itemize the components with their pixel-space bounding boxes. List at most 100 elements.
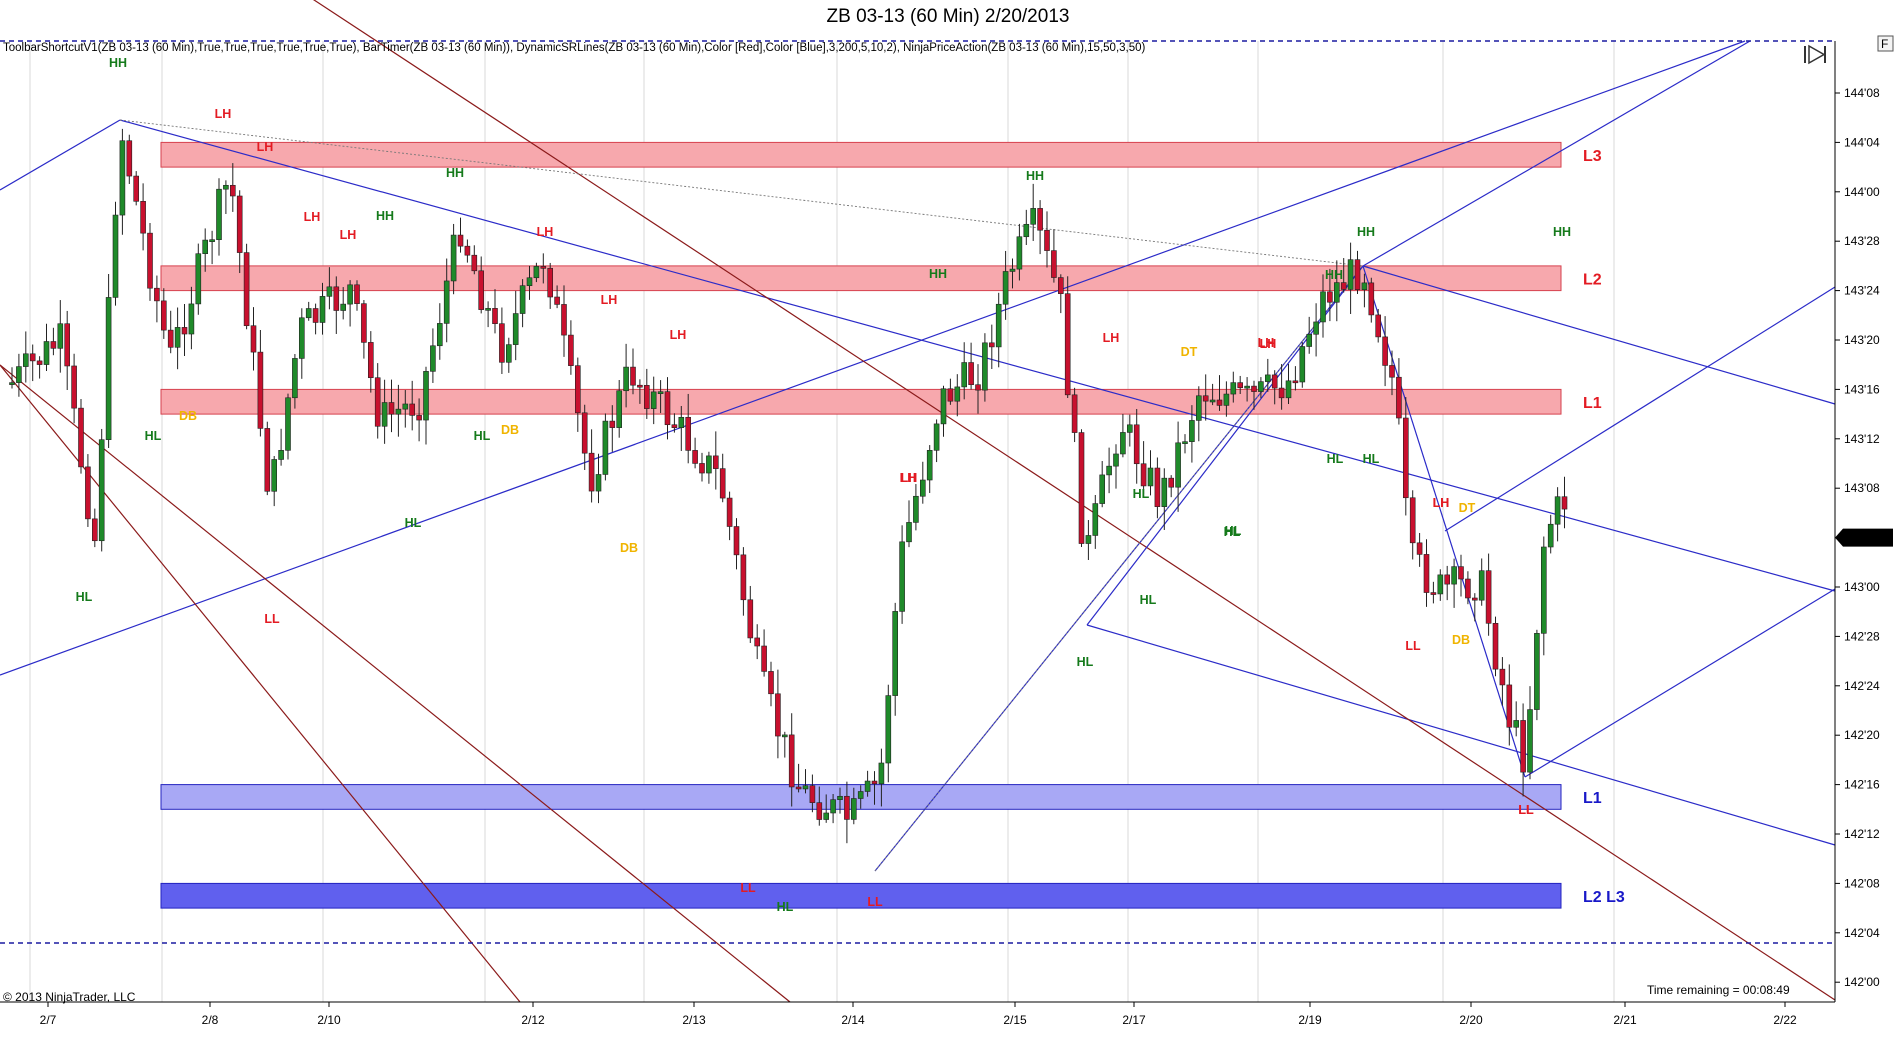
candle-body bbox=[98, 439, 105, 542]
candle-body bbox=[1389, 365, 1395, 378]
candle-body bbox=[595, 474, 602, 492]
sr-zone-support bbox=[160, 882, 1562, 909]
candle-body bbox=[1189, 420, 1195, 442]
pa-label-lh: LH bbox=[670, 328, 687, 342]
pa-label-hl: HL bbox=[1327, 452, 1344, 466]
trend-line bbox=[0, 119, 121, 191]
candle-body bbox=[1009, 268, 1016, 272]
candle-body bbox=[1320, 291, 1326, 323]
candle-body bbox=[664, 391, 671, 426]
candle-body bbox=[1154, 467, 1161, 507]
candle-body bbox=[1216, 399, 1223, 406]
candle-body bbox=[1285, 380, 1292, 399]
candle-body bbox=[499, 323, 505, 363]
candle-body bbox=[947, 388, 954, 402]
candle-body bbox=[1202, 395, 1209, 402]
date-tick-label: 2/20 bbox=[1459, 1013, 1483, 1027]
price-tick-label: 143'24 bbox=[1844, 284, 1880, 298]
pa-label-hl: HL bbox=[145, 429, 162, 443]
candle-body bbox=[1444, 574, 1450, 585]
pa-label-hl: HL bbox=[76, 590, 93, 604]
candle-body bbox=[278, 450, 284, 460]
price-chart[interactable]: L3 L2 L1 L1 L2 L3 HH LH LH LH HH LH HH LH LH HH HH HH LH… bbox=[0, 0, 1896, 1060]
candle-body bbox=[837, 795, 843, 800]
price-tick-label: 142'16 bbox=[1844, 778, 1880, 792]
candle-body bbox=[775, 693, 781, 737]
price-tick-label: 144'08 bbox=[1844, 86, 1880, 100]
indicator-line: ToolbarShortcutV1(ZB 03-13 (60 Min),True… bbox=[3, 42, 1146, 54]
candle-body bbox=[416, 415, 422, 421]
candle-body bbox=[1478, 570, 1485, 601]
date-tick-label: 2/22 bbox=[1773, 1013, 1797, 1027]
pa-label-lh: LH bbox=[1103, 331, 1120, 345]
candle-body bbox=[1196, 395, 1202, 421]
candle-body bbox=[892, 611, 899, 696]
candle-body bbox=[361, 303, 367, 343]
pa-label-hl: HL bbox=[1133, 487, 1150, 501]
candle-body bbox=[637, 384, 643, 388]
candle-body bbox=[1292, 380, 1299, 384]
candle-body bbox=[50, 341, 57, 349]
chart-settings-button[interactable]: F bbox=[1877, 35, 1894, 52]
candle-body bbox=[823, 812, 830, 820]
candle-body bbox=[1430, 592, 1437, 595]
candle-body bbox=[57, 323, 64, 349]
copyright-text: © 2013 NinjaTrader, LLC bbox=[3, 990, 136, 1004]
candle-body bbox=[1396, 376, 1402, 419]
candle-body bbox=[381, 402, 388, 427]
pa-label-hh: HH bbox=[1026, 169, 1044, 183]
sr-zone-label: L2 bbox=[1583, 271, 1602, 288]
candle-body bbox=[285, 397, 291, 451]
candle-body bbox=[954, 386, 961, 402]
candle-body bbox=[1251, 385, 1257, 392]
axes: 144'08 144'04 144'00 143'28 143'24 143'20 143'… bbox=[0, 40, 1893, 1027]
candle-body bbox=[1527, 709, 1533, 773]
candle-body bbox=[1120, 432, 1126, 455]
candle-body bbox=[1016, 236, 1023, 270]
trend-line bbox=[119, 119, 1836, 592]
candle-body bbox=[926, 450, 933, 481]
pa-label-lh: LH bbox=[1433, 496, 1450, 510]
trend-line bbox=[1524, 588, 1836, 778]
candle-body bbox=[450, 234, 457, 282]
candle-body bbox=[36, 360, 43, 365]
candle-body bbox=[202, 239, 208, 255]
candle-body bbox=[1354, 259, 1361, 290]
price-tick-label: 142'08 bbox=[1844, 876, 1880, 890]
candle-body bbox=[726, 497, 733, 527]
candle-body bbox=[92, 518, 98, 542]
candle-body bbox=[961, 362, 968, 388]
candle-body bbox=[885, 695, 892, 764]
candle-body bbox=[298, 317, 305, 359]
candle-body bbox=[788, 734, 795, 788]
grid-lines bbox=[29, 41, 1615, 1002]
candle-body bbox=[933, 423, 940, 451]
candle-body bbox=[1327, 291, 1333, 303]
price-tick-label: 143'20 bbox=[1844, 333, 1880, 347]
candle-body bbox=[1037, 208, 1043, 231]
chart-settings-label: F bbox=[1881, 37, 1888, 51]
pa-label-lh: LH bbox=[215, 107, 232, 121]
sr-zone-label: L2 L3 bbox=[1583, 889, 1625, 906]
candlesticks bbox=[9, 128, 1568, 844]
pa-label-ll: LL bbox=[1518, 803, 1534, 817]
pa-label-hh: HH bbox=[109, 56, 127, 70]
toolbar-toggle-icon[interactable] bbox=[1804, 44, 1826, 65]
candle-body bbox=[340, 303, 347, 311]
pa-label-ll: LL bbox=[264, 612, 280, 626]
candle-body bbox=[471, 254, 478, 272]
candle-body bbox=[706, 455, 712, 474]
pa-label-hl: HL bbox=[1363, 452, 1380, 466]
candle-body bbox=[1403, 417, 1409, 499]
candle-body bbox=[919, 479, 926, 497]
candle-body bbox=[1499, 668, 1506, 686]
candle-body bbox=[602, 420, 609, 475]
candle-body bbox=[43, 341, 50, 365]
price-tick-label: 142'24 bbox=[1844, 679, 1880, 693]
candle-body bbox=[230, 184, 236, 197]
candle-body bbox=[409, 403, 416, 416]
candle-body bbox=[1078, 432, 1085, 544]
candle-body bbox=[140, 201, 146, 234]
candle-body bbox=[333, 286, 340, 311]
candle-body bbox=[699, 463, 705, 474]
